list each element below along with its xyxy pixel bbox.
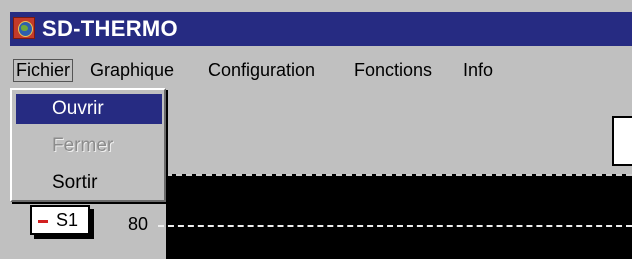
menu-fichier[interactable]: Fichier <box>12 59 74 82</box>
globe-icon[interactable] <box>13 17 35 39</box>
window-title: SD-THERMO <box>42 16 178 41</box>
menu-info[interactable]: Info <box>461 60 495 81</box>
y-tick-label: 80 <box>128 214 149 234</box>
series-label: S1 <box>56 210 79 230</box>
title-bar: SD-THERMO <box>10 12 632 46</box>
menu-configuration[interactable]: Configuration <box>206 60 317 81</box>
globe-land <box>21 25 28 31</box>
chart-control-box[interactable] <box>612 116 632 166</box>
menu-item-sortir[interactable]: Sortir <box>16 168 162 198</box>
menu-item-ouvrir[interactable]: Ouvrir <box>16 94 162 124</box>
series-legend-s1[interactable]: S1 <box>30 205 90 235</box>
series-color-swatch <box>38 220 48 223</box>
chart-plot-area <box>166 174 632 259</box>
menu-bar: Fichier Graphique Configuration Fonction… <box>10 54 632 88</box>
fichier-dropdown-menu: Ouvrir Fermer Sortir <box>10 88 166 202</box>
gridline-80 <box>158 225 632 227</box>
menu-item-fermer[interactable]: Fermer <box>16 131 162 161</box>
menu-graphique[interactable]: Graphique <box>88 60 176 81</box>
menu-fonctions[interactable]: Fonctions <box>352 60 434 81</box>
